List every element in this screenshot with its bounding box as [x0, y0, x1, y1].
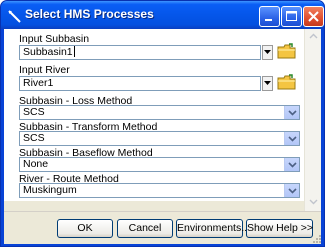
close-icon — [308, 11, 319, 22]
loss-method-select[interactable]: SCS — [19, 105, 300, 120]
ok-button[interactable]: OK — [57, 219, 113, 238]
subbasin-label: Input Subbasin — [19, 33, 90, 45]
folder-icon[interactable] — [277, 43, 296, 60]
environments-button[interactable]: Environments... — [176, 219, 250, 238]
loss-method-value: SCS — [23, 106, 45, 118]
folder-icon[interactable] — [277, 74, 296, 91]
route-method-dropdown-arrow[interactable] — [284, 184, 299, 197]
subbasin-input[interactable]: Subbasin1 — [19, 45, 261, 60]
parameters-panel: Input Subbasin Subbasin1 Input River Riv… — [4, 29, 304, 201]
scroll-down-icon[interactable] — [309, 197, 318, 206]
dialog-window: Select HMS Processes Input Subbasin Subb… — [0, 0, 325, 247]
chevron-down-icon — [288, 136, 297, 142]
baseflow-method-dropdown-arrow[interactable] — [284, 158, 299, 171]
scroll-up-icon[interactable] — [309, 32, 318, 41]
chevron-down-icon — [288, 110, 297, 116]
river-dropdown-button[interactable] — [262, 76, 273, 91]
text-cursor — [73, 46, 75, 57]
subbasin-dropdown-button[interactable] — [262, 45, 273, 60]
cancel-button[interactable]: Cancel — [117, 219, 173, 238]
vertical-scrollbar[interactable] — [304, 29, 321, 211]
chevron-down-icon — [264, 50, 271, 54]
maximize-icon — [286, 11, 297, 21]
window-title: Select HMS Processes — [25, 7, 154, 21]
loss-method-dropdown-arrow[interactable] — [284, 106, 299, 119]
river-label: Input River — [19, 64, 70, 76]
transform-method-dropdown-arrow[interactable] — [284, 132, 299, 145]
river-input[interactable]: River1 — [19, 76, 261, 91]
maximize-button[interactable] — [281, 6, 302, 27]
chevron-down-icon — [288, 188, 297, 194]
subbasin-value: Subbasin1 — [23, 46, 73, 58]
minimize-button[interactable] — [259, 6, 280, 27]
close-button[interactable] — [303, 6, 324, 27]
chevron-down-icon — [288, 162, 297, 168]
transform-method-select[interactable]: SCS — [19, 131, 300, 146]
resize-grip-icon[interactable] — [312, 234, 321, 243]
chevron-down-icon — [264, 81, 271, 85]
river-value: River1 — [23, 77, 54, 89]
baseflow-method-value: None — [23, 158, 49, 170]
route-method-value: Muskingum — [23, 184, 77, 196]
baseflow-method-select[interactable]: None — [19, 157, 300, 172]
transform-method-value: SCS — [23, 132, 45, 144]
show-help-button[interactable]: Show Help >> — [246, 219, 313, 238]
route-method-select[interactable]: Muskingum — [19, 183, 300, 198]
minimize-icon — [265, 19, 272, 21]
app-icon — [8, 10, 21, 23]
dialog-client-area: Input Subbasin Subbasin1 Input River Riv… — [4, 29, 321, 244]
button-bar-divider — [4, 211, 321, 212]
title-bar[interactable]: Select HMS Processes — [1, 1, 324, 29]
